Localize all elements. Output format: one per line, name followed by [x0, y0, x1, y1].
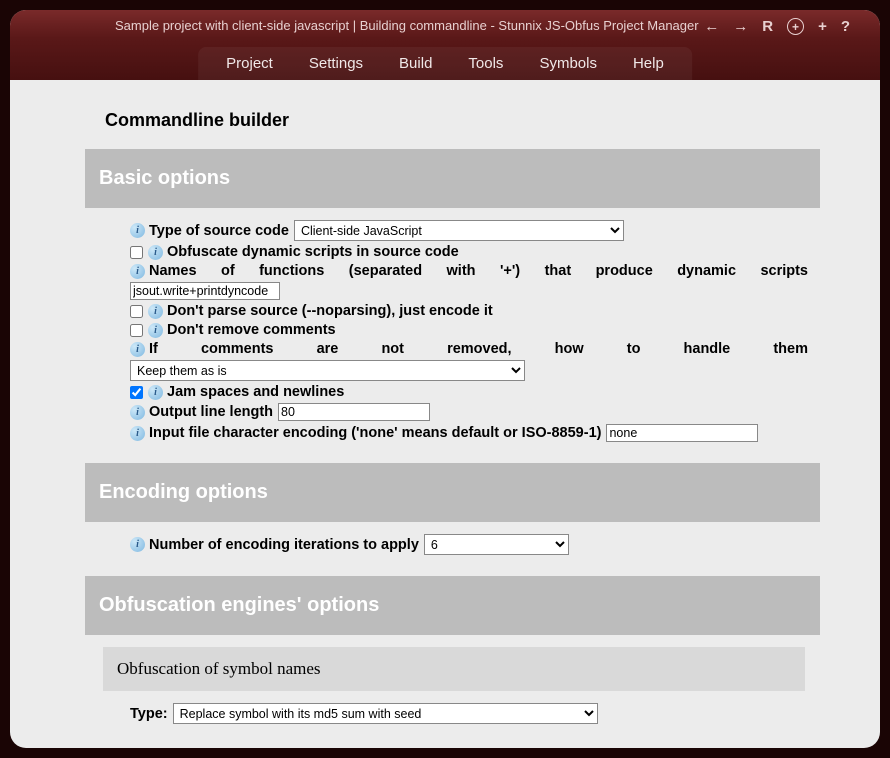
menu-help[interactable]: Help: [615, 47, 682, 80]
linelen-label: Output line length: [149, 404, 273, 420]
info-icon[interactable]: i: [148, 245, 163, 260]
func-names-label: Names of functions (separated with '+') …: [149, 263, 808, 279]
forward-icon[interactable]: →: [733, 18, 748, 35]
engine-type-select[interactable]: Replace symbol with its md5 sum with see…: [173, 703, 598, 724]
info-icon[interactable]: i: [130, 537, 145, 552]
noremove-comments-label: Don't remove comments: [167, 322, 336, 338]
obfuscate-dynamic-checkbox[interactable]: [130, 246, 143, 259]
iterations-select[interactable]: 6: [424, 534, 569, 555]
section-basic-body: i Type of source code Client-side JavaSc…: [85, 220, 820, 463]
comments-handle-label: If comments are not removed, how to hand…: [149, 341, 808, 357]
section-engines-body: Type: Replace symbol with its md5 sum wi…: [85, 703, 820, 745]
info-icon[interactable]: i: [130, 223, 145, 238]
info-icon[interactable]: i: [130, 264, 145, 279]
info-icon[interactable]: i: [148, 323, 163, 338]
noremove-comments-checkbox[interactable]: [130, 324, 143, 337]
section-basic-header: Basic options: [85, 149, 820, 208]
reload-icon[interactable]: R: [762, 18, 773, 35]
info-icon[interactable]: i: [130, 426, 145, 441]
engine-type-label: Type:: [130, 706, 168, 722]
section-encoding-body: i Number of encoding iterations to apply…: [85, 534, 820, 576]
noparse-checkbox[interactable]: [130, 305, 143, 318]
obfuscate-dynamic-label: Obfuscate dynamic scripts in source code: [167, 244, 459, 260]
comments-handle-select[interactable]: Keep them as is: [130, 360, 525, 381]
page-title: Commandline builder: [105, 110, 820, 131]
info-icon[interactable]: i: [130, 342, 145, 357]
menu-tools[interactable]: Tools: [450, 47, 521, 80]
jam-checkbox[interactable]: [130, 386, 143, 399]
info-icon[interactable]: i: [148, 304, 163, 319]
back-icon[interactable]: ←: [704, 18, 719, 35]
type-label: Type of source code: [149, 223, 289, 239]
menu-project[interactable]: Project: [208, 47, 291, 80]
info-icon[interactable]: i: [148, 385, 163, 400]
iterations-label: Number of encoding iterations to apply: [149, 537, 419, 553]
linelen-input[interactable]: [278, 403, 430, 421]
titlebar: Sample project with client-side javascri…: [10, 10, 880, 80]
add-icon[interactable]: +: [818, 18, 827, 35]
help-icon[interactable]: ?: [841, 18, 850, 35]
content-area: Commandline builder Basic options i Type…: [10, 80, 880, 748]
symbol-obfuscation-header: Obfuscation of symbol names: [103, 647, 805, 691]
noparse-label: Don't parse source (--noparsing), just e…: [167, 303, 493, 319]
menu-build[interactable]: Build: [381, 47, 450, 80]
section-encoding-header: Encoding options: [85, 463, 820, 522]
menu-symbols[interactable]: Symbols: [521, 47, 615, 80]
encoding-label: Input file character encoding ('none' me…: [149, 425, 601, 441]
menubar: Project Settings Build Tools Symbols Hel…: [198, 47, 692, 80]
zoom-icon[interactable]: +: [787, 18, 804, 35]
func-names-input[interactable]: [130, 282, 280, 300]
type-select[interactable]: Client-side JavaScript: [294, 220, 624, 241]
info-icon[interactable]: i: [130, 405, 145, 420]
nav-icons: ← → R + + ?: [704, 18, 850, 35]
encoding-input[interactable]: [606, 424, 758, 442]
menu-settings[interactable]: Settings: [291, 47, 381, 80]
jam-label: Jam spaces and newlines: [167, 384, 344, 400]
section-engines-header: Obfuscation engines' options: [85, 576, 820, 635]
